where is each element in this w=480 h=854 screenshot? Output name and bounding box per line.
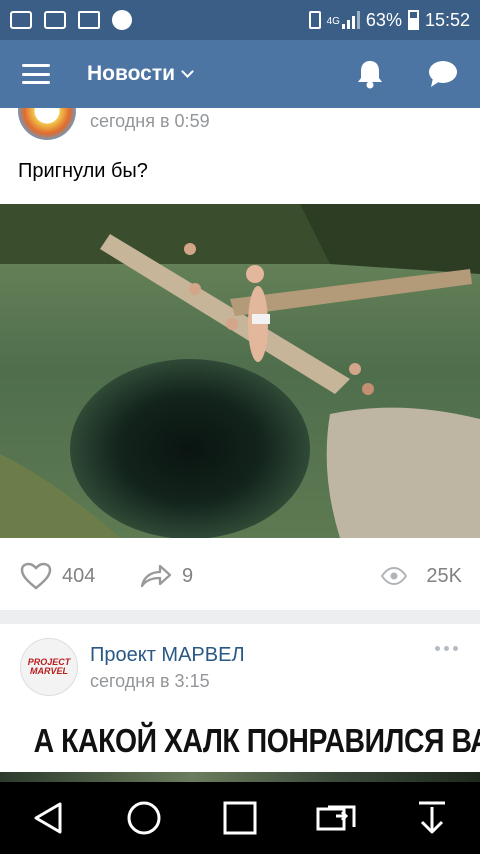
recents-button[interactable] — [216, 794, 264, 842]
app-notification-icon — [44, 11, 66, 29]
post-actions: 404 9 25K — [0, 556, 480, 596]
photo-illustration — [0, 204, 480, 538]
post-photo[interactable] — [0, 204, 480, 538]
more-dots-icon[interactable] — [435, 646, 458, 651]
recents-square-icon — [223, 801, 257, 835]
share-count: 9 — [182, 564, 194, 587]
post-time: сегодня в 3:15 — [90, 671, 210, 691]
vibrate-icon — [308, 11, 321, 29]
switch-sim-button[interactable] — [312, 794, 360, 842]
like-button[interactable]: 404 — [20, 562, 95, 590]
battery-percent: 63% — [365, 9, 402, 30]
hamburger-icon[interactable] — [22, 64, 50, 84]
post-text: Пригнули бы? — [18, 160, 148, 182]
share-arrow-icon — [140, 564, 172, 588]
home-circle-icon — [127, 801, 161, 835]
pull-down-icon — [419, 801, 445, 834]
swap-icon — [316, 805, 356, 831]
post-card: PROJECT MARVEL Проект МАРВЕЛ сегодня в 3… — [0, 624, 480, 782]
chat-bubble-icon[interactable] — [428, 60, 458, 88]
news-feed[interactable]: сегодня в 0:59 Пригнули бы? 404 9 25K PR… — [0, 108, 480, 782]
post-author[interactable]: Проект МАРВЕЛ — [90, 644, 245, 667]
signal-icon — [341, 11, 360, 29]
feed-selector[interactable]: Новости — [87, 62, 194, 86]
view-count: 25K — [426, 564, 462, 587]
battery-icon — [407, 10, 419, 30]
post-image-preview[interactable] — [0, 772, 480, 782]
message-icon — [78, 11, 100, 29]
gallery-icon — [10, 11, 32, 29]
post-headline: А КАКОЙ ХАЛК ПОНРАВИЛСЯ ВАМ? — [33, 722, 480, 759]
back-button[interactable] — [24, 794, 72, 842]
avatar-logo-text: PROJECT MARVEL — [27, 656, 71, 676]
chevron-down-icon — [181, 65, 194, 78]
post-time: сегодня в 0:59 — [90, 111, 210, 131]
bell-icon[interactable] — [356, 59, 384, 89]
like-count: 404 — [62, 564, 96, 587]
system-nav-bar — [0, 782, 480, 854]
post-card: сегодня в 0:59 Пригнули бы? 404 9 25K — [0, 108, 480, 610]
back-triangle-icon — [34, 802, 62, 834]
avatar[interactable] — [18, 108, 76, 140]
share-button[interactable]: 9 — [140, 564, 193, 588]
notification-pulldown-button[interactable] — [408, 794, 456, 842]
page-title: Новости — [87, 62, 176, 85]
status-bar: 4G 63% 15:52 — [0, 0, 480, 40]
settings-notification-icon — [112, 10, 132, 30]
avatar[interactable]: PROJECT MARVEL — [20, 638, 78, 696]
network-type: 4G — [326, 15, 340, 27]
views-counter: 25K — [380, 565, 462, 588]
clock: 15:52 — [424, 9, 470, 30]
heart-icon — [20, 562, 52, 590]
eye-icon — [381, 567, 408, 585]
home-button[interactable] — [120, 794, 168, 842]
app-bar: Новости — [0, 40, 480, 108]
